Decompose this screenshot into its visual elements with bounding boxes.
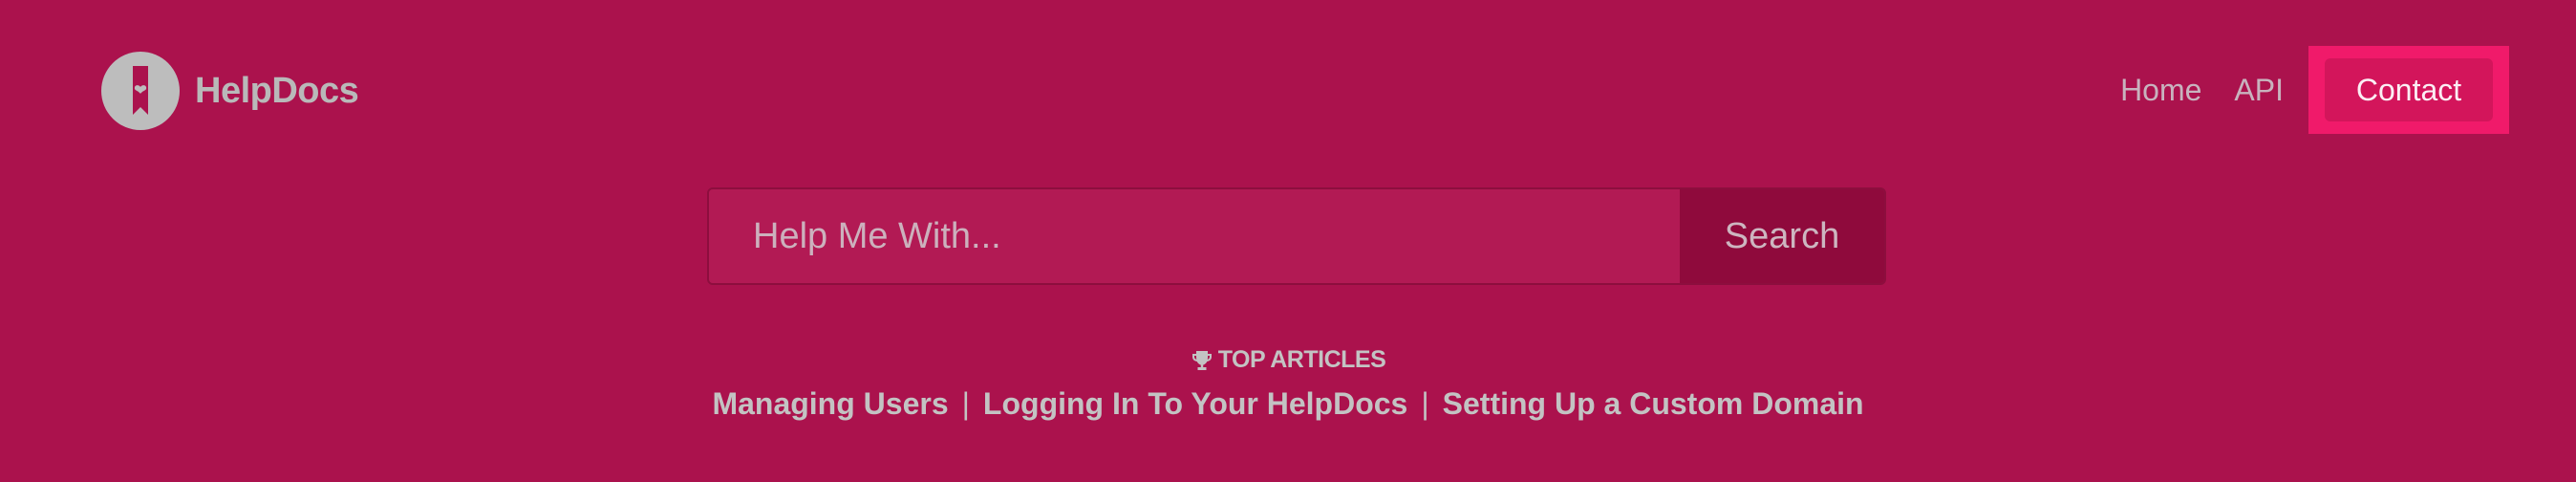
brand-name: HelpDocs: [195, 70, 359, 111]
top-articles-heading-text: TOP ARTICLES: [1217, 346, 1386, 373]
top-articles-list: Managing Users | Logging In To Your HelpDo…: [0, 386, 2576, 422]
search-form: Search: [707, 187, 1886, 285]
article-link-managing-users[interactable]: Managing Users: [712, 386, 948, 421]
search-input[interactable]: [709, 189, 1680, 283]
nav-api-link[interactable]: API: [2234, 73, 2284, 108]
top-articles-section: TOP ARTICLES Managing Users | Logging In T…: [0, 346, 2576, 422]
search-button[interactable]: Search: [1680, 189, 1884, 283]
nav-home-link[interactable]: Home: [2120, 73, 2201, 108]
main-nav: Home API Contact: [2120, 46, 2509, 134]
article-link-custom-domain[interactable]: Setting Up a Custom Domain: [1443, 386, 1864, 421]
trophy-icon: [1191, 350, 1212, 370]
brand-logo-link[interactable]: HelpDocs: [101, 52, 359, 130]
article-separator: |: [961, 385, 970, 421]
contact-button-highlight: Contact: [2308, 46, 2509, 134]
article-separator: |: [1421, 385, 1429, 421]
contact-button[interactable]: Contact: [2325, 58, 2493, 121]
helpdocs-logo-icon: [101, 52, 180, 130]
top-articles-heading: TOP ARTICLES: [1191, 346, 1386, 374]
article-link-logging-in[interactable]: Logging In To Your HelpDocs: [983, 386, 1407, 421]
